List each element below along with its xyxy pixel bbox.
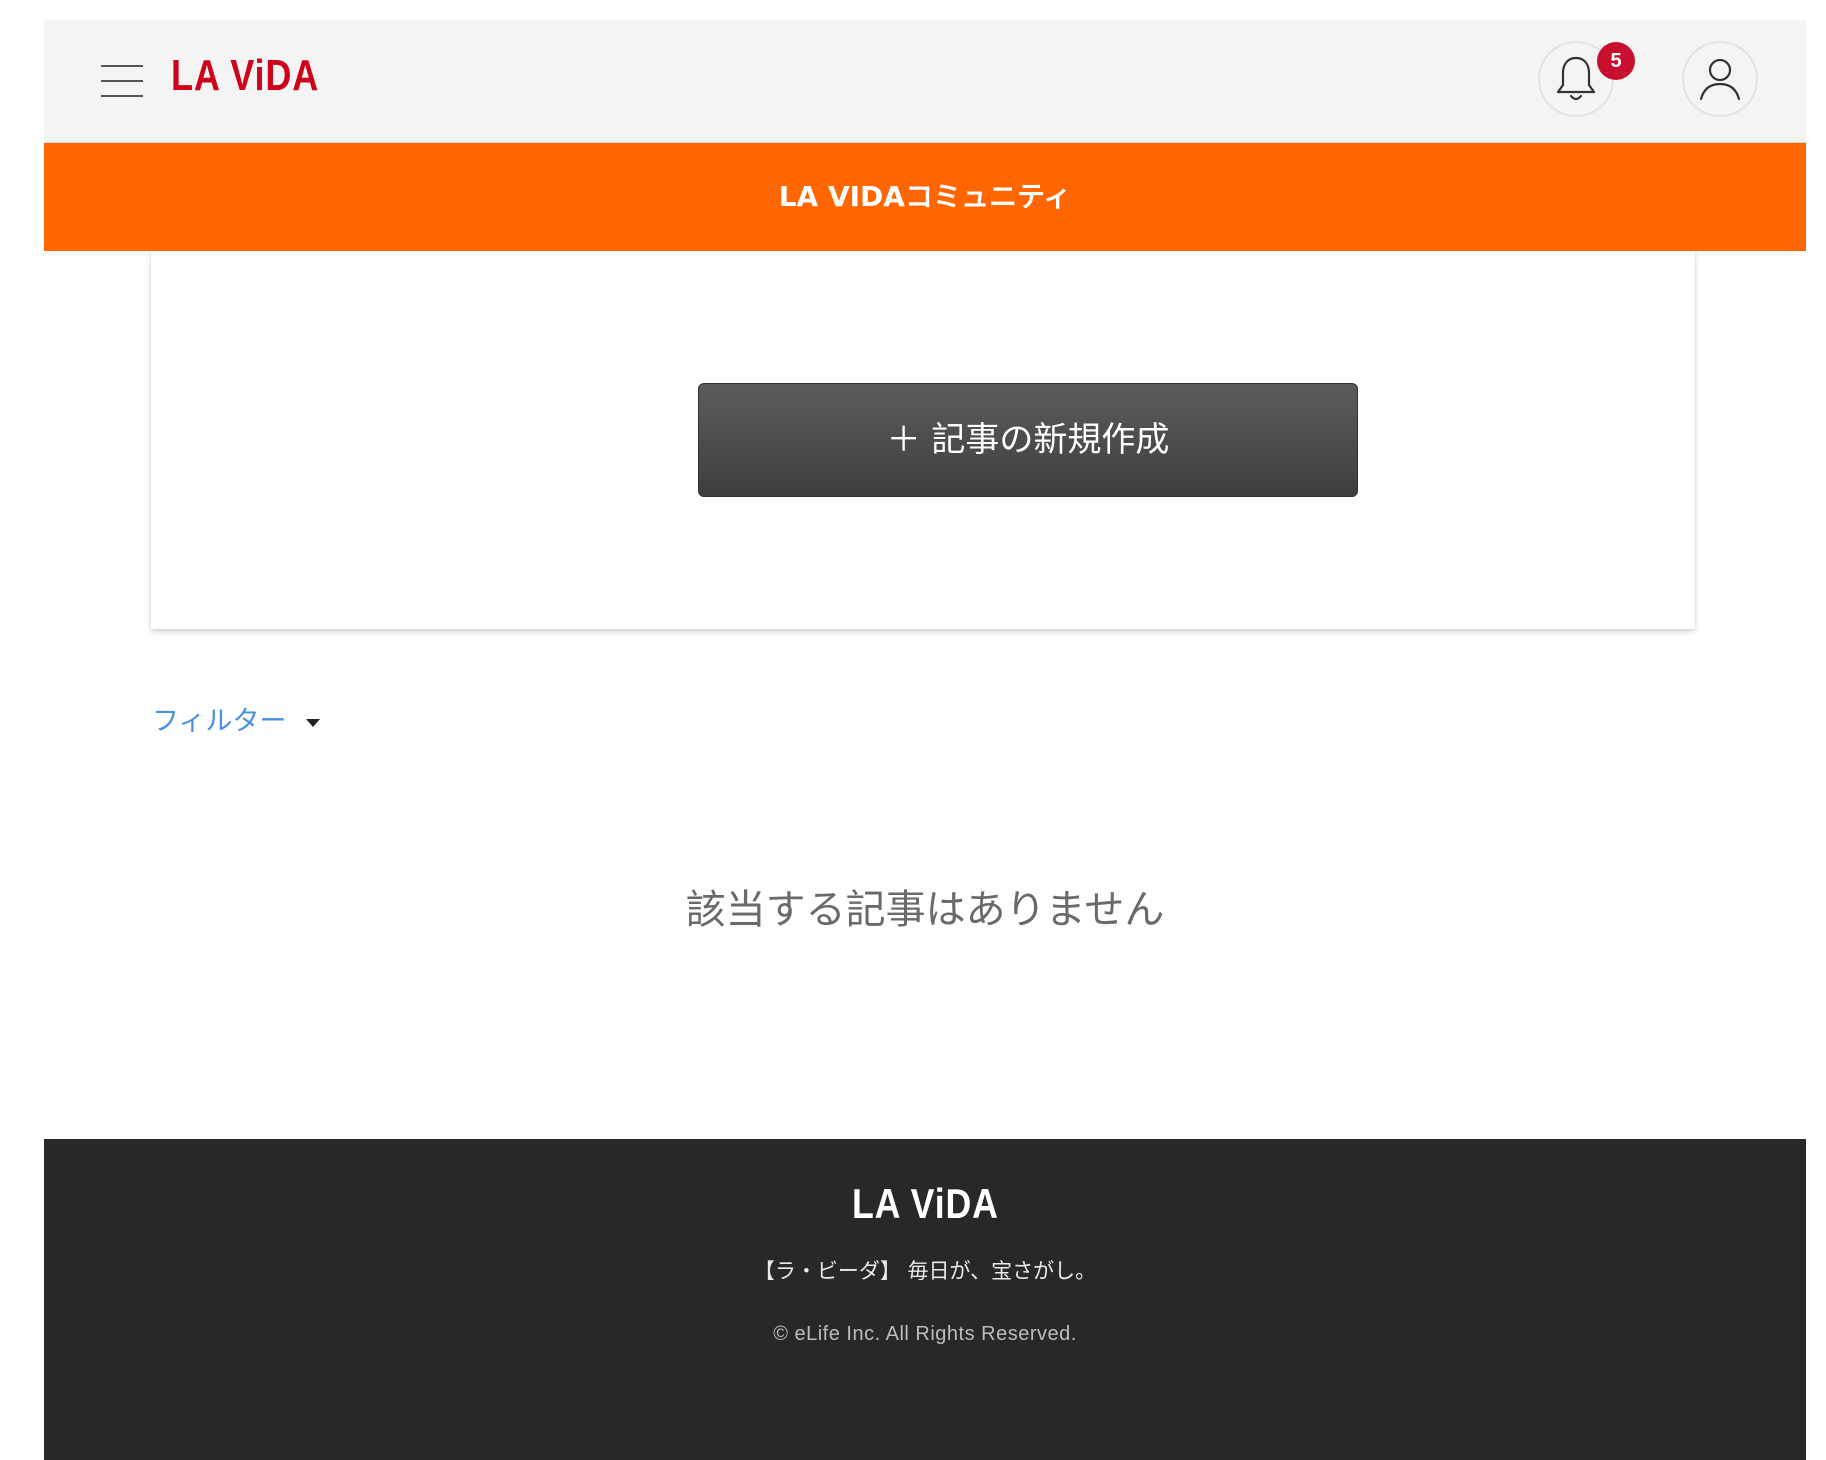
filter-dropdown[interactable]: フィルター — [152, 704, 321, 740]
site-footer: LA ViDA 【ラ・ビーダ】 毎日が、宝さがし。 © eLife Inc. A… — [44, 1139, 1806, 1460]
footer-copyright: © eLife Inc. All Rights Reserved. — [773, 1323, 1077, 1345]
bell-icon — [1556, 56, 1596, 101]
community-banner: LA VIDAコミュニティ — [44, 143, 1806, 251]
footer-brand-text: LA ViDA — [851, 1180, 999, 1227]
caret-down-icon — [306, 718, 321, 727]
empty-articles-message: 該当する記事はありません — [685, 887, 1165, 933]
composer-card: ＋ 記事の新規作成 — [151, 251, 1695, 629]
top-header: LA ViDA 5 — [44, 20, 1806, 143]
create-article-button[interactable]: ＋ 記事の新規作成 — [698, 383, 1358, 497]
footer-brand-logo: LA ViDA — [44, 1183, 1806, 1225]
notification-count-badge: 5 — [1597, 42, 1635, 80]
app-window: LA ViDA 5 LA VIDAコミュニティ ＋ 記事の新規作成 フィルター … — [44, 20, 1806, 1460]
hamburger-menu-icon[interactable] — [101, 65, 143, 97]
profile-button[interactable] — [1682, 41, 1758, 117]
user-icon — [1699, 58, 1741, 101]
footer-tagline: 【ラ・ビーダ】 毎日が、宝さがし。 — [753, 1259, 1097, 1283]
filter-label: フィルター — [152, 706, 287, 737]
brand-logo[interactable]: LA ViDA — [171, 54, 319, 98]
